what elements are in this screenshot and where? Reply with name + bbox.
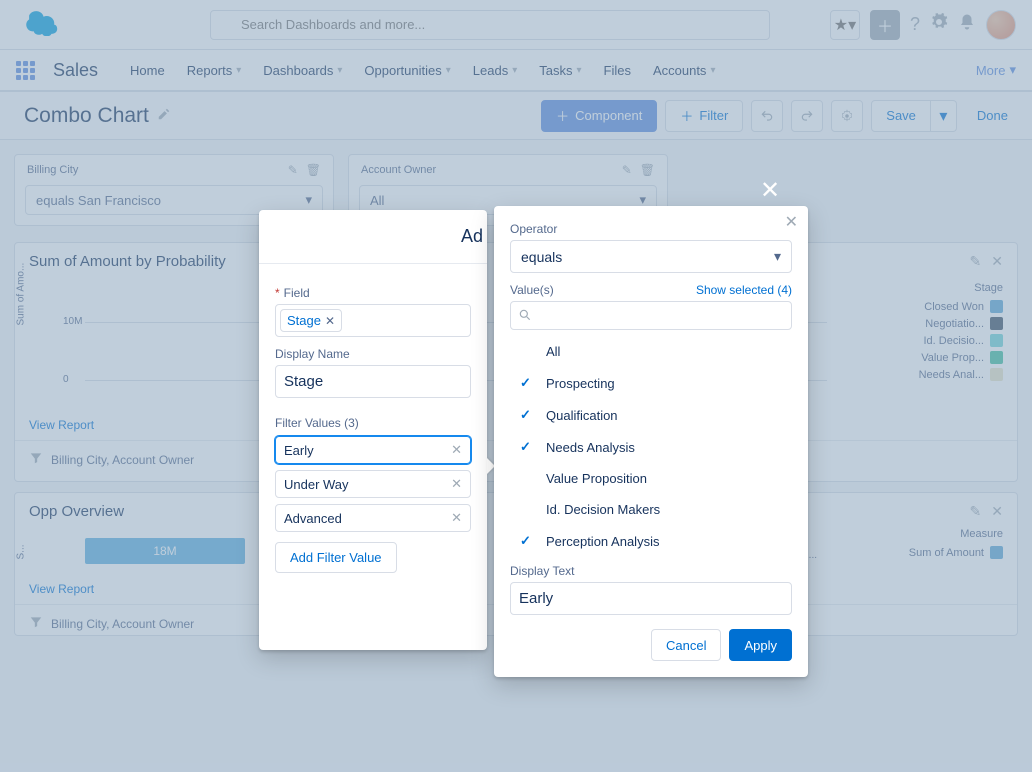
values-listbox[interactable]: All ✓Prospecting ✓Qualification ✓Needs A…	[510, 336, 792, 560]
close-popover-icon[interactable]: ✕	[785, 212, 798, 232]
remove-value-icon[interactable]: ✕	[451, 476, 462, 492]
display-name-label: Display Name	[275, 347, 471, 361]
values-label: Value(s)	[510, 283, 554, 297]
modal-close-icon[interactable]: ✕	[760, 176, 780, 205]
apply-button[interactable]: Apply	[729, 629, 792, 661]
value-option-needs-analysis[interactable]: ✓Needs Analysis	[510, 431, 792, 463]
search-icon	[518, 308, 532, 327]
filter-value-early[interactable]: Early✕	[275, 436, 471, 464]
operator-select[interactable]: equals ▾	[510, 240, 792, 273]
value-option-perception-analysis[interactable]: ✓Perception Analysis	[510, 525, 792, 557]
value-option-qualification[interactable]: ✓Qualification	[510, 399, 792, 431]
chevron-down-icon: ▾	[774, 248, 781, 265]
add-filter-dialog: Ad *Field Stage ✕ Display Name Filter Va…	[259, 210, 487, 650]
check-icon: ✓	[520, 439, 536, 455]
value-option-prospecting[interactable]: ✓Prospecting	[510, 367, 792, 399]
cancel-button[interactable]: Cancel	[651, 629, 721, 661]
value-option-all[interactable]: All	[510, 336, 792, 367]
add-filter-value-button[interactable]: Add Filter Value	[275, 542, 397, 573]
check-icon: ✓	[520, 375, 536, 391]
filter-values-label: Filter Values (3)	[275, 416, 471, 430]
check-icon: ✓	[520, 533, 536, 549]
show-selected-link[interactable]: Show selected (4)	[696, 283, 792, 297]
remove-pill-icon[interactable]: ✕	[325, 314, 335, 328]
value-option-value-proposition[interactable]: Value Proposition	[510, 463, 792, 494]
dialog-title: Ad	[259, 210, 487, 264]
field-pill-input[interactable]: Stage ✕	[275, 304, 471, 337]
filter-value-underway[interactable]: Under Way✕	[275, 470, 471, 498]
field-pill[interactable]: Stage ✕	[280, 309, 342, 332]
filter-value-advanced[interactable]: Advanced✕	[275, 504, 471, 532]
display-text-input[interactable]	[510, 582, 792, 615]
value-option-id-decision-makers[interactable]: Id. Decision Makers	[510, 494, 792, 525]
values-search-input[interactable]	[510, 301, 792, 330]
operator-label: Operator	[510, 222, 792, 236]
value-picker-popover: ✕ Operator equals ▾ Value(s) Show select…	[494, 206, 808, 677]
remove-value-icon[interactable]: ✕	[451, 510, 462, 526]
display-name-input[interactable]	[275, 365, 471, 398]
field-label: *Field	[275, 286, 471, 300]
remove-value-icon[interactable]: ✕	[451, 442, 462, 458]
display-text-label: Display Text	[510, 564, 792, 578]
check-icon: ✓	[520, 407, 536, 423]
